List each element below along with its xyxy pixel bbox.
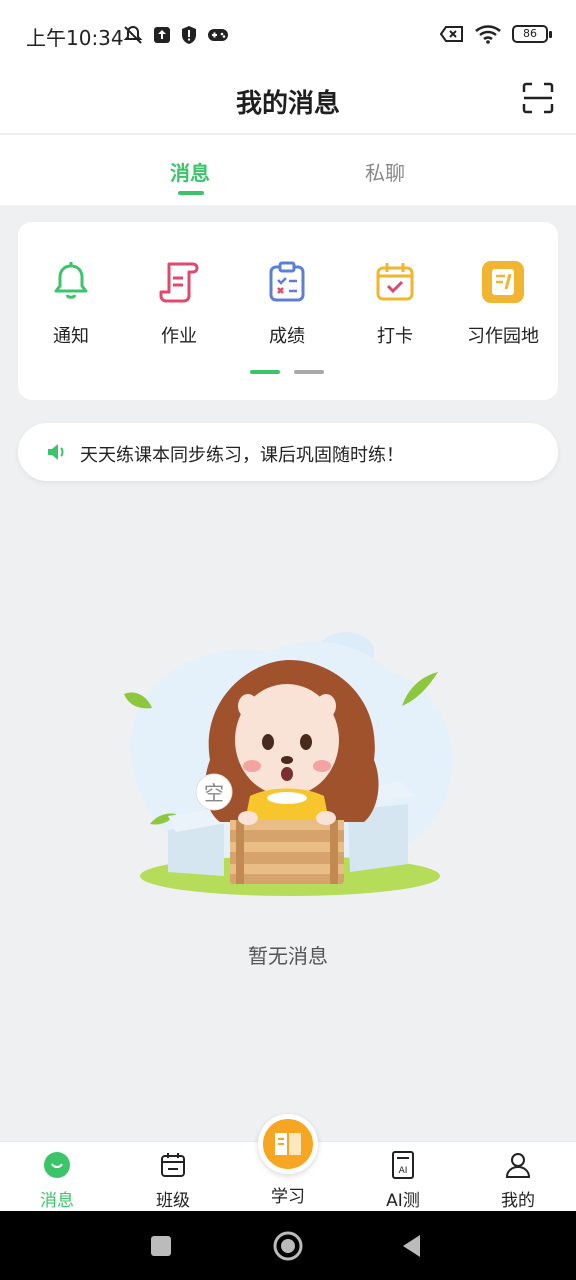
shortcut-label: 打卡 bbox=[377, 326, 413, 347]
nav-item-study[interactable]: 学习 bbox=[243, 1180, 333, 1207]
nav-item-messages[interactable]: 消息 bbox=[12, 1150, 102, 1211]
mute-bell-icon bbox=[123, 25, 143, 44]
bell-icon bbox=[54, 262, 88, 299]
shortcut-score[interactable]: 成绩 bbox=[237, 260, 337, 348]
scan-icon[interactable] bbox=[522, 82, 554, 114]
shortcut-notification[interactable]: 通知 bbox=[21, 260, 121, 348]
recent-apps-icon[interactable] bbox=[146, 1231, 176, 1261]
homework-icon bbox=[159, 262, 199, 303]
home-icon[interactable] bbox=[273, 1231, 303, 1261]
header: 我的消息 bbox=[0, 66, 576, 134]
nav-label: AI测 bbox=[386, 1191, 420, 1211]
message-icon bbox=[44, 1152, 70, 1178]
study-center-button[interactable] bbox=[258, 1114, 318, 1174]
shortcut-homework[interactable]: 作业 bbox=[129, 260, 229, 348]
shortcut-label: 成绩 bbox=[269, 326, 305, 347]
tab-private-chat[interactable]: 私聊 bbox=[335, 157, 435, 186]
nav-label: 学习 bbox=[271, 1187, 305, 1207]
class-calendar-icon bbox=[161, 1153, 185, 1177]
wifi-icon bbox=[475, 25, 501, 44]
notice-text: 天天练课本同步练习，课后巩固随时练！ bbox=[80, 445, 404, 466]
nav-label: 我的 bbox=[501, 1191, 535, 1211]
shortcut-label: 作业 bbox=[161, 326, 197, 347]
nav-label: 消息 bbox=[40, 1191, 74, 1211]
shortcut-checkin[interactable]: 打卡 bbox=[345, 260, 445, 348]
active-tab-indicator bbox=[178, 191, 204, 195]
empty-state-text: 暂无消息 bbox=[248, 944, 328, 968]
ai-test-icon: AI bbox=[392, 1151, 414, 1179]
back-icon[interactable] bbox=[398, 1231, 428, 1261]
nav-label: 班级 bbox=[156, 1191, 190, 1211]
shortcut-label: 通知 bbox=[53, 326, 89, 347]
status-bar: 上午10:34 86 bbox=[0, 0, 576, 66]
book-icon bbox=[275, 1133, 301, 1155]
nav-item-profile[interactable]: 我的 bbox=[473, 1150, 563, 1211]
status-icons-right: 86 bbox=[440, 24, 552, 44]
page-title: 我的消息 bbox=[235, 89, 340, 119]
gamepad-icon bbox=[208, 29, 228, 41]
notice-bar[interactable]: 天天练课本同步练习，课后巩固随时练！ bbox=[18, 423, 558, 481]
svg-text:AI: AI bbox=[399, 1166, 408, 1176]
shortcut-writing[interactable]: 习作园地 bbox=[453, 260, 553, 348]
message-tabs: 消息 私聊 bbox=[0, 135, 576, 205]
score-clipboard-icon bbox=[269, 261, 305, 302]
shortcut-pager bbox=[250, 370, 324, 374]
status-icons-left bbox=[122, 24, 229, 46]
upload-icon bbox=[154, 27, 170, 43]
shortcut-label: 习作园地 bbox=[467, 326, 539, 347]
status-time: 上午10:34 bbox=[26, 26, 124, 50]
pager-dot-active[interactable] bbox=[250, 370, 280, 374]
checkin-calendar-icon bbox=[376, 263, 414, 301]
writing-icon bbox=[482, 261, 524, 303]
battery-x-icon bbox=[440, 26, 463, 42]
system-nav-bar bbox=[0, 1211, 576, 1280]
empty-bubble-text: 空 bbox=[204, 781, 224, 805]
nav-item-ai-test[interactable]: AI AI测 bbox=[358, 1150, 448, 1211]
battery-icon: 86 bbox=[512, 25, 552, 43]
nav-item-class[interactable]: 班级 bbox=[128, 1150, 218, 1211]
pager-dot[interactable] bbox=[294, 370, 324, 374]
speaker-icon bbox=[48, 444, 64, 460]
shortcut-card: 通知 作业 成绩 打卡 习作园地 bbox=[18, 222, 558, 400]
profile-icon bbox=[505, 1153, 531, 1178]
shield-icon bbox=[182, 26, 196, 44]
empty-hedgehog-illustration: 空 bbox=[124, 632, 453, 896]
tab-messages[interactable]: 消息 bbox=[140, 157, 240, 186]
